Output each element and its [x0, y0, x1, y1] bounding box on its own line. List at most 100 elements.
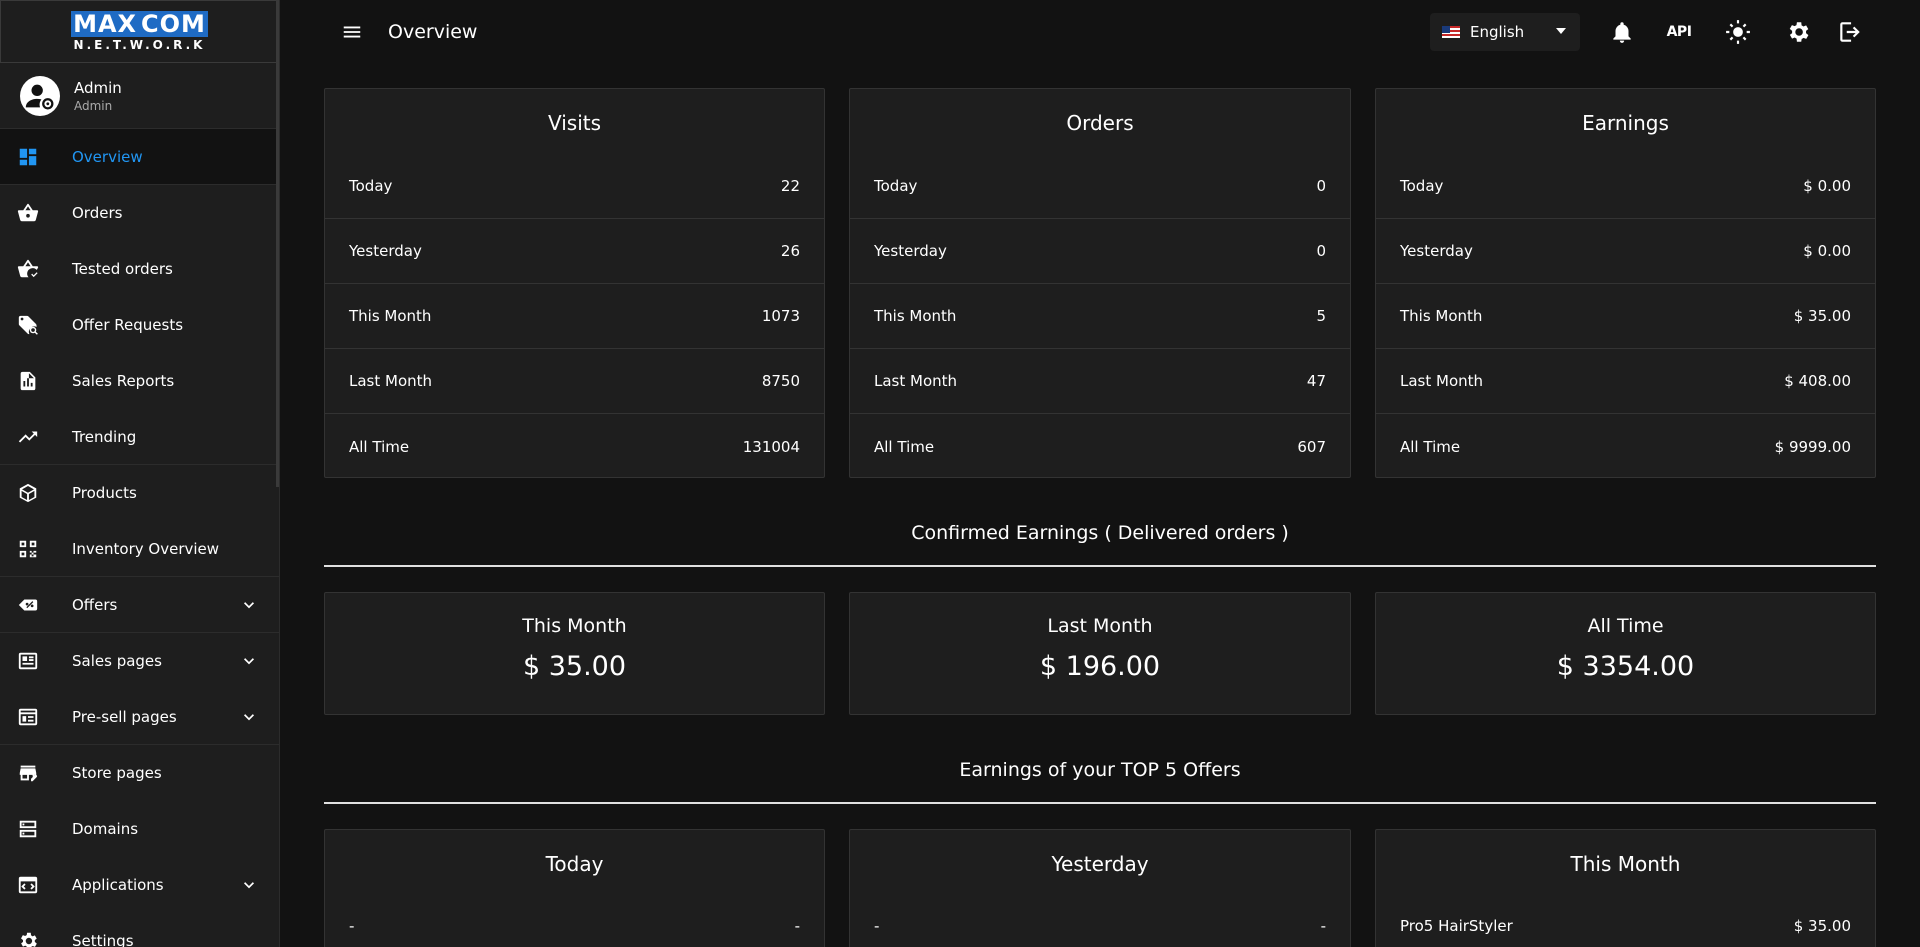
offer-value: $ 35.00	[1793, 917, 1851, 935]
user-profile[interactable]: Admin Admin	[0, 63, 279, 129]
list-item: --	[325, 902, 824, 947]
card-title: This Month	[522, 615, 627, 637]
sidebar-item-sales-pages[interactable]: Sales pages	[0, 633, 279, 689]
language-select[interactable]: English	[1430, 13, 1580, 51]
card-title: All Time	[1587, 615, 1664, 637]
confirmed-card-all-time: All Time $ 3354.00	[1375, 592, 1876, 715]
sidebar-item-offers[interactable]: Offers	[0, 577, 279, 633]
api-icon[interactable]: API	[1665, 18, 1693, 46]
sidebar-item-label: Products	[72, 484, 137, 502]
sidebar-item-label: Offer Requests	[72, 316, 184, 334]
sidebar-item-trending[interactable]: Trending	[0, 409, 279, 465]
table-row: Last Month 47	[850, 349, 1350, 414]
chevron-down-icon[interactable]	[239, 707, 259, 727]
card-title: This Month	[1570, 852, 1681, 876]
sidebar-item-settings[interactable]: Settings	[0, 913, 279, 947]
user-name: Admin	[74, 78, 122, 97]
sidebar-scrollbar[interactable]	[276, 0, 279, 487]
offer-value: -	[794, 917, 800, 935]
sidebar-item-label: Offers	[72, 595, 118, 614]
row-value: 26	[780, 242, 800, 260]
row-value: 8750	[761, 372, 800, 390]
row-label: Last Month	[1400, 372, 1484, 390]
row-label: Last Month	[874, 372, 958, 390]
table-row: This Month 1073	[325, 284, 824, 349]
sidebar-item-overview[interactable]: Overview	[0, 129, 279, 185]
card-title: Today	[545, 852, 604, 876]
chevron-down-icon[interactable]	[239, 875, 259, 895]
sidebar-item-sales-reports[interactable]: Sales Reports	[0, 353, 279, 409]
table-row: Yesterday $ 0.00	[1376, 219, 1875, 284]
sidebar-item-label: Pre-sell pages	[72, 707, 177, 726]
row-value: 5	[1316, 307, 1326, 325]
report-icon	[16, 369, 40, 393]
table-row: All Time 131004	[325, 414, 824, 479]
bell-icon[interactable]	[1608, 18, 1636, 46]
tag-search-icon	[16, 313, 40, 337]
table-row: All Time 607	[850, 414, 1350, 479]
gear-icon[interactable]	[1784, 18, 1812, 46]
row-value: $ 0.00	[1803, 242, 1851, 260]
row-value: 0	[1316, 177, 1326, 195]
logo-text-com: COM	[139, 10, 208, 38]
sidebar-item-label: Overview	[72, 147, 143, 166]
list-item: Pro5 HairStyler $ 35.00	[1376, 902, 1875, 947]
sidebar-item-applications[interactable]: Applications	[0, 857, 279, 913]
row-value: 47	[1306, 372, 1326, 390]
sidebar-item-label: Inventory Overview	[72, 539, 220, 558]
card-value: $ 3354.00	[1556, 651, 1695, 682]
store-edit-icon	[16, 761, 40, 785]
row-label: Yesterday	[1400, 242, 1473, 260]
table-row: Yesterday 26	[325, 219, 824, 284]
sidebar-item-store-pages[interactable]: Store pages	[0, 745, 279, 801]
chevron-down-icon[interactable]	[239, 651, 259, 671]
sidebar-item-domains[interactable]: Domains	[0, 801, 279, 857]
offer-name: -	[874, 917, 880, 935]
sidebar-item-pre-sell-pages[interactable]: Pre-sell pages	[0, 689, 279, 745]
sidebar-item-orders[interactable]: Orders	[0, 185, 279, 241]
sidebar-item-products[interactable]: Products	[0, 465, 279, 521]
logo-subtitle: N.E.T.W.O.R.K	[73, 38, 206, 52]
confirmed-card-this-month: This Month $ 35.00	[324, 592, 825, 715]
chevron-down-icon[interactable]	[239, 595, 259, 615]
card-title: Last Month	[1047, 615, 1153, 637]
avatar	[20, 75, 60, 116]
user-role: Admin	[74, 98, 113, 113]
sidebar-item-label: Sales Reports	[72, 372, 175, 390]
table-row: Today $ 0.00	[1376, 154, 1875, 219]
row-value: 131004	[742, 437, 800, 456]
sidebar-item-label: Tested orders	[72, 260, 173, 278]
table-row: This Month 5	[850, 284, 1350, 349]
sidebar-item-tested-orders[interactable]: Tested orders	[0, 241, 279, 297]
card-title: Yesterday	[1051, 852, 1149, 876]
server-icon	[16, 817, 40, 841]
sidebar-item-label: Domains	[72, 820, 139, 838]
table-row: Last Month 8750	[325, 349, 824, 414]
logout-icon[interactable]	[1836, 18, 1864, 46]
box-icon	[16, 481, 40, 505]
row-value: $ 9999.00	[1774, 437, 1851, 456]
row-value: 607	[1297, 437, 1326, 456]
brand-logo[interactable]: MAX COM N.E.T.W.O.R.K	[0, 0, 279, 63]
table-row: Today 22	[325, 154, 824, 219]
offer-name: -	[349, 917, 355, 935]
settings-icon	[16, 929, 40, 947]
sidebar-item-label: Trending	[72, 427, 137, 446]
sidebar-item-offer-requests[interactable]: Offer Requests	[0, 297, 279, 353]
confirmed-card-last-month: Last Month $ 196.00	[849, 592, 1351, 715]
card-title: Visits	[547, 111, 602, 135]
row-label: This Month	[1400, 307, 1483, 325]
user-gear-icon	[25, 84, 54, 109]
sidebar-item-inventory-overview[interactable]: Inventory Overview	[0, 521, 279, 577]
row-label: Yesterday	[349, 242, 422, 260]
sidebar: MAX COM N.E.T.W.O.R.K Admin Admin Overvie…	[0, 0, 280, 947]
row-label: All Time	[874, 437, 935, 456]
section-divider	[324, 802, 1876, 804]
top-offers-card-this-month: This Month Pro5 HairStyler $ 35.00	[1375, 829, 1876, 947]
menu-icon[interactable]	[340, 20, 364, 44]
top-offers-title: Earnings of your TOP 5 Offers	[959, 759, 1241, 781]
row-label: All Time	[349, 437, 410, 456]
row-value: 0	[1316, 242, 1326, 260]
row-value: $ 0.00	[1803, 177, 1851, 195]
sun-icon[interactable]	[1724, 18, 1752, 46]
